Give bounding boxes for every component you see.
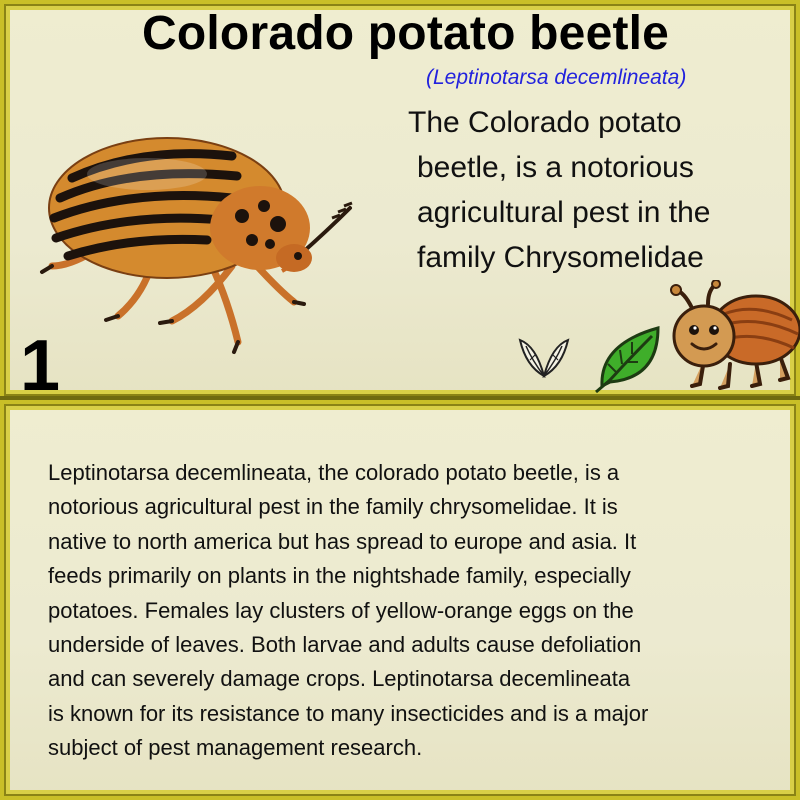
body-line: Leptinotarsa decemlineata, the colorado … (48, 460, 620, 485)
header-panel: Colorado potato beetle (Leptinotarsa dec… (0, 0, 800, 406)
card-number: 1 (20, 326, 61, 406)
beetle-illustration (40, 137, 353, 354)
body-panel: Leptinotarsa decemlineata, the colorado … (0, 400, 800, 800)
leaf-icon (595, 326, 660, 394)
body-text: Leptinotarsa decemlineata, the colorado … (48, 456, 768, 766)
body-line: is known for its resistance to many inse… (48, 700, 649, 726)
beetle-card: Colorado potato beetle (Leptinotarsa dec… (0, 0, 800, 800)
body-line: and can severely damage crops. Leptinota… (48, 666, 631, 692)
body-line: notorious agricultural pest in the famil… (48, 494, 618, 520)
summary-line: beetle, is a notorious (417, 151, 694, 184)
summary-line: family Chrysomelidae (417, 241, 704, 274)
body-line: underside of leaves. Both larvae and adu… (48, 632, 642, 658)
insect-wings-icon (518, 338, 570, 379)
cartoon-beetle-icon (670, 280, 800, 390)
card-title: Colorado potato beetle (142, 7, 670, 60)
scientific-name: (Leptinotarsa decemlineata) (426, 66, 687, 89)
body-line: subject of pest management research. (48, 735, 423, 761)
body-line: potatoes. Females lay clusters of yellow… (48, 597, 634, 623)
body-line: native to north america but has spread t… (48, 528, 637, 554)
summary-line: agricultural pest in the (417, 196, 711, 229)
summary-text: The Colorado potato beetle, is a notorio… (408, 100, 788, 280)
summary-line: The Colorado potato (408, 106, 682, 139)
body-line: feeds primarily on plants in the nightsh… (48, 563, 631, 589)
